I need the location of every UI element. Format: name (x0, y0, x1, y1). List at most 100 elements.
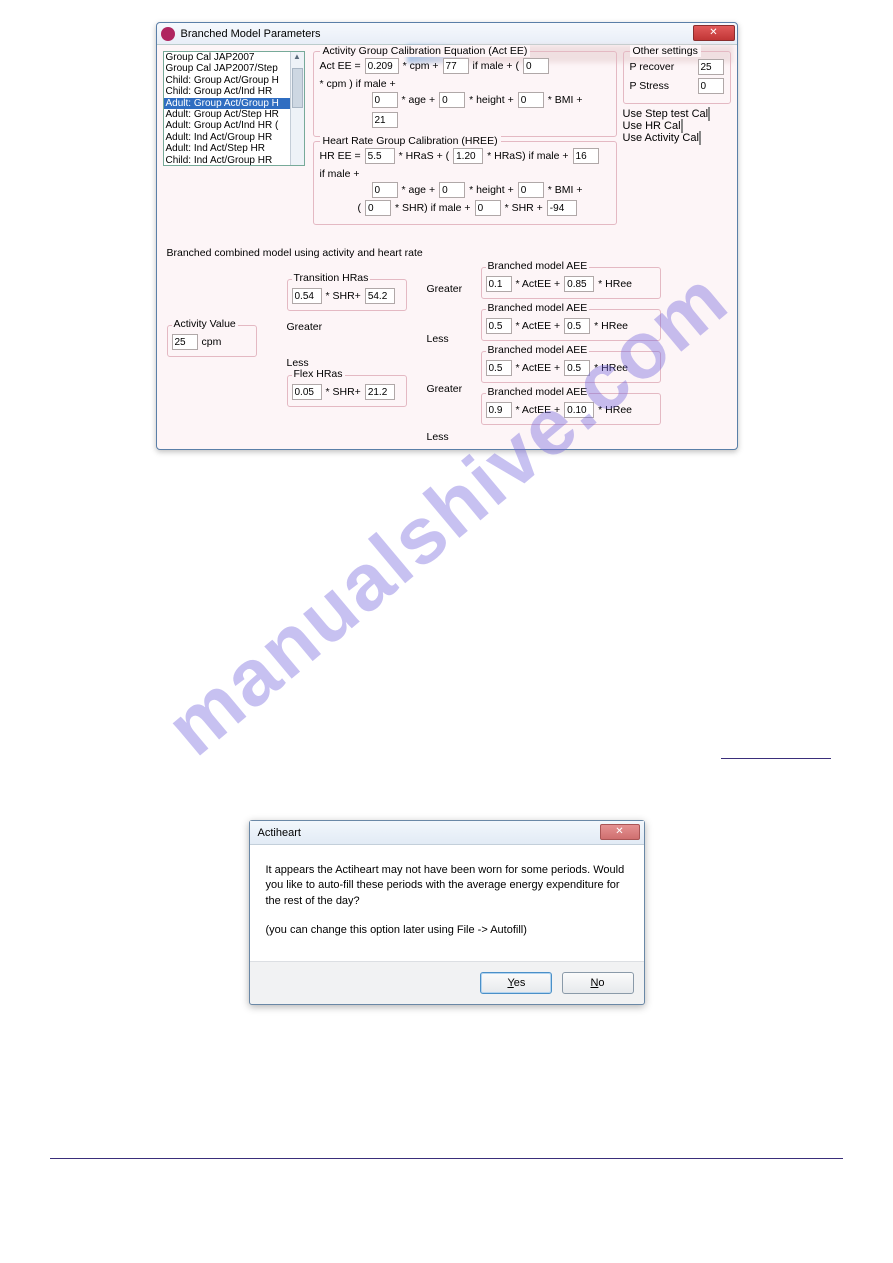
list-item[interactable]: Child: Group Act/Ind HR (164, 86, 304, 97)
label: * height + (469, 184, 514, 196)
label: * ActEE + (516, 404, 561, 416)
close-button[interactable]: ✕ (693, 25, 735, 41)
group-title: Activity Value (172, 318, 238, 330)
act-age[interactable] (372, 92, 398, 108)
hr-shr3[interactable] (547, 200, 577, 216)
label: * ActEE + (516, 320, 561, 332)
list-item-selected[interactable]: Adult: Group Act/Group H (164, 98, 304, 109)
trans-b[interactable] (365, 288, 395, 304)
label: * SHR) if male + (395, 202, 471, 214)
r2-b[interactable] (564, 318, 590, 334)
activity-cal-checkbox[interactable] (699, 131, 701, 145)
list-item[interactable]: Child: Ind Act/Group HR (164, 155, 304, 166)
p-stress[interactable] (698, 78, 724, 94)
act-ee-c[interactable] (523, 58, 549, 74)
greater-label: Greater (427, 383, 481, 395)
label: * SHR+ (326, 386, 361, 398)
list-item[interactable]: Group Cal JAP2007/Step (164, 63, 304, 74)
label: if male + (320, 168, 360, 180)
label: P Stress (630, 80, 670, 92)
list-item[interactable]: Adult: Ind Act/Group HR (164, 132, 304, 143)
list-item[interactable]: Adult: Ind Act/Step HR (164, 143, 304, 154)
label: HR EE = (320, 150, 361, 162)
titlebar: Branched Model Parameters ✕ (157, 23, 737, 45)
label: * BMI + (548, 184, 583, 196)
label: Use Step test Cal (623, 108, 709, 120)
close-button[interactable]: ✕ (600, 824, 640, 840)
label: * SHR + (505, 202, 543, 214)
label: * HRaS + ( (399, 150, 449, 162)
label: * age + (402, 184, 436, 196)
list-item[interactable]: Group Cal JAP2007 (164, 52, 304, 63)
model-list[interactable]: Group Cal JAP2007 Group Cal JAP2007/Step… (163, 51, 305, 166)
hr-cal-checkbox[interactable] (681, 119, 683, 133)
less-label: Less (427, 333, 481, 345)
flex-b[interactable] (365, 384, 395, 400)
hr-shr1[interactable] (365, 200, 391, 216)
act-age2[interactable] (439, 92, 465, 108)
scrollbar[interactable]: ▲ (290, 52, 304, 165)
act-bmi[interactable] (372, 112, 398, 128)
trans-a[interactable] (292, 288, 322, 304)
dialog-title: Actiheart (258, 827, 301, 839)
other-settings-group: Other settings P recover P Stress (623, 51, 731, 104)
r4-b[interactable] (564, 402, 594, 418)
hr-height[interactable] (518, 182, 544, 198)
yes-button[interactable]: Yes (480, 972, 552, 994)
label: * SHR+ (326, 290, 361, 302)
group-title: Activity Group Calibration Equation (Act… (320, 45, 531, 57)
act-ee-a[interactable] (365, 58, 399, 74)
group-title: Heart Rate Group Calibration (HREE) (320, 135, 501, 147)
aee-row-4: Branched model AEE * ActEE +* HRee (481, 393, 661, 425)
label: * HRaS) if male + (487, 150, 568, 162)
act-height[interactable] (518, 92, 544, 108)
flex-a[interactable] (292, 384, 322, 400)
group-title: Branched model AEE (486, 302, 590, 314)
p-recover[interactable] (698, 59, 724, 75)
list-item[interactable]: Child: Group Act/Group H (164, 75, 304, 86)
page-footer-divider (50, 1158, 843, 1159)
label: Act EE = (320, 60, 361, 72)
no-button[interactable]: No (562, 972, 634, 994)
yes-tail: es (514, 977, 526, 989)
hr-shr2[interactable] (475, 200, 501, 216)
no-tail: o (598, 977, 604, 989)
list-item[interactable]: Adult: Group Act/Ind HR ( (164, 120, 304, 131)
transition-hras-group: Transition HRas * SHR+ (287, 279, 407, 311)
step-test-checkbox[interactable] (708, 107, 710, 121)
section-divider (721, 758, 831, 759)
hr-c[interactable] (573, 148, 599, 164)
list-item[interactable]: Adult: Group Act/Step HR (164, 109, 304, 120)
label: * cpm ) if male + (320, 78, 396, 90)
hr-b[interactable] (453, 148, 483, 164)
hr-age[interactable] (372, 182, 398, 198)
window-title: Branched Model Parameters (181, 28, 321, 40)
label: * HRee (594, 362, 628, 374)
aee-row-2: Branched model AEE * ActEE +* HRee (481, 309, 661, 341)
r1-b[interactable] (564, 276, 594, 292)
activity-group: Activity Group Calibration Equation (Act… (313, 51, 617, 137)
act-ee-b[interactable] (443, 58, 469, 74)
label: * HRee (598, 404, 632, 416)
branch-header: Branched combined model using activity a… (167, 247, 727, 259)
r1-a[interactable] (486, 276, 512, 292)
hr-a[interactable] (365, 148, 395, 164)
less-label: Less (427, 431, 481, 443)
aee-row-1: Branched model AEE * ActEE +* HRee (481, 267, 661, 299)
label: * cpm + (403, 60, 439, 72)
r2-a[interactable] (486, 318, 512, 334)
r3-a[interactable] (486, 360, 512, 376)
label: * age + (402, 94, 436, 106)
label: * BMI + (548, 94, 583, 106)
label: cpm (202, 336, 222, 348)
group-title: Branched model AEE (486, 386, 590, 398)
activity-value[interactable] (172, 334, 198, 350)
group-title: Branched model AEE (486, 260, 590, 272)
hr-age2[interactable] (439, 182, 465, 198)
aee-row-3: Branched model AEE * ActEE +* HRee (481, 351, 661, 383)
label: if male + ( (473, 60, 519, 72)
activity-value-group: Activity Value cpm (167, 325, 257, 357)
message-line-1: It appears the Actiheart may not have be… (266, 863, 628, 909)
r3-b[interactable] (564, 360, 590, 376)
r4-a[interactable] (486, 402, 512, 418)
